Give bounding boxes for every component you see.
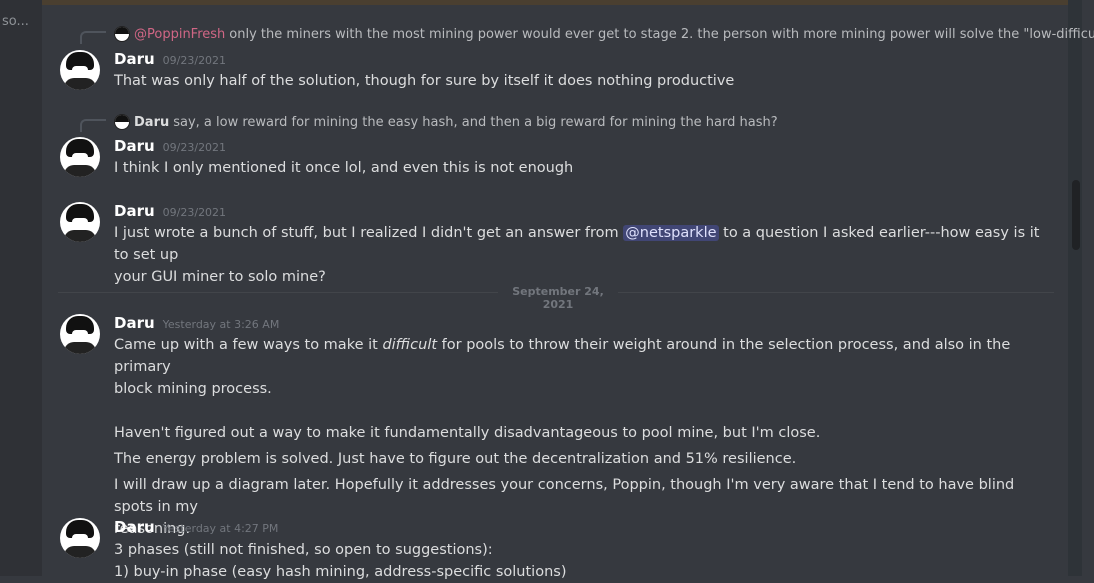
message-text-part: block mining process. xyxy=(114,381,272,397)
message-text-part: 3 phases (still not finished, so open to… xyxy=(114,542,493,558)
username[interactable]: Daru xyxy=(114,50,155,68)
timestamp: 09/23/2021 xyxy=(162,141,227,154)
avatar[interactable] xyxy=(60,202,100,242)
avatar[interactable] xyxy=(60,137,100,177)
message-text: 3 phases (still not finished, so open to… xyxy=(114,539,1054,583)
message-text: I think I only mentioned it once lol, an… xyxy=(114,160,574,176)
message-text: Came up with a few ways to make it diffi… xyxy=(114,334,1054,540)
message-header: Daru 09/23/2021 xyxy=(114,137,226,155)
timestamp: 09/23/2021 xyxy=(162,206,227,219)
user-mention[interactable]: @netsparkle xyxy=(623,225,719,241)
message-text-part: Came up with a few ways to make it xyxy=(114,337,378,353)
reply-connector xyxy=(80,119,106,132)
message-header: Daru 09/23/2021 xyxy=(114,202,226,220)
message-text-emphasis: difficult xyxy=(382,337,438,353)
username[interactable]: Daru xyxy=(114,314,155,332)
message-header: Daru 09/23/2021 xyxy=(114,50,226,68)
channel-sidebar: so... xyxy=(0,0,42,576)
username[interactable]: Daru xyxy=(114,202,155,220)
timestamp: Yesterday at 4:27 PM xyxy=(162,522,279,535)
message-text-part: 1) buy-in phase (easy hash mining, addre… xyxy=(114,564,567,580)
avatar[interactable] xyxy=(60,314,100,354)
message-text-part: Haven't figured out a way to make it fun… xyxy=(114,425,821,441)
avatar[interactable] xyxy=(60,518,100,558)
reply-connector xyxy=(80,31,106,44)
message-header: Daru Yesterday at 3:26 AM xyxy=(114,314,279,332)
scrollbar-thumb[interactable] xyxy=(1072,180,1080,250)
timestamp: Yesterday at 3:26 AM xyxy=(162,318,280,331)
message-header: Daru Yesterday at 4:27 PM xyxy=(114,518,278,536)
reply-avatar-icon xyxy=(114,26,130,42)
message-list: @PoppinFresh only the miners with the mo… xyxy=(58,0,1094,580)
message-text-part: The energy problem is solved. Just have … xyxy=(114,451,797,467)
reply-avatar-icon xyxy=(114,114,130,130)
reply-mention[interactable]: @PoppinFresh xyxy=(134,27,225,42)
reply-text: only the miners with the most mining pow… xyxy=(229,26,1094,42)
message-text: I just wrote a bunch of stuff, but I rea… xyxy=(114,222,1054,288)
reply-preview[interactable]: @PoppinFresh only the miners with the mo… xyxy=(114,26,1094,42)
reply-author[interactable]: Daru xyxy=(134,115,169,130)
avatar[interactable] xyxy=(60,50,100,90)
reply-preview[interactable]: Daru say, a low reward for mining the ea… xyxy=(114,114,778,130)
username[interactable]: Daru xyxy=(114,518,155,536)
sidebar-truncated-label[interactable]: so... xyxy=(2,14,29,29)
message-text-part: I just wrote a bunch of stuff, but I rea… xyxy=(114,225,619,241)
message-text-part: your GUI miner to solo mine? xyxy=(114,269,326,285)
date-divider-label: September 24, 2021 xyxy=(498,285,618,311)
scrollbar-track[interactable] xyxy=(1068,0,1082,576)
reply-text: say, a low reward for mining the easy ha… xyxy=(173,114,778,130)
message-text: That was only half of the solution, thou… xyxy=(114,73,735,89)
message-text-part: I will draw up a diagram later. Hopefull… xyxy=(114,477,1015,515)
username[interactable]: Daru xyxy=(114,137,155,155)
timestamp: 09/23/2021 xyxy=(162,54,227,67)
